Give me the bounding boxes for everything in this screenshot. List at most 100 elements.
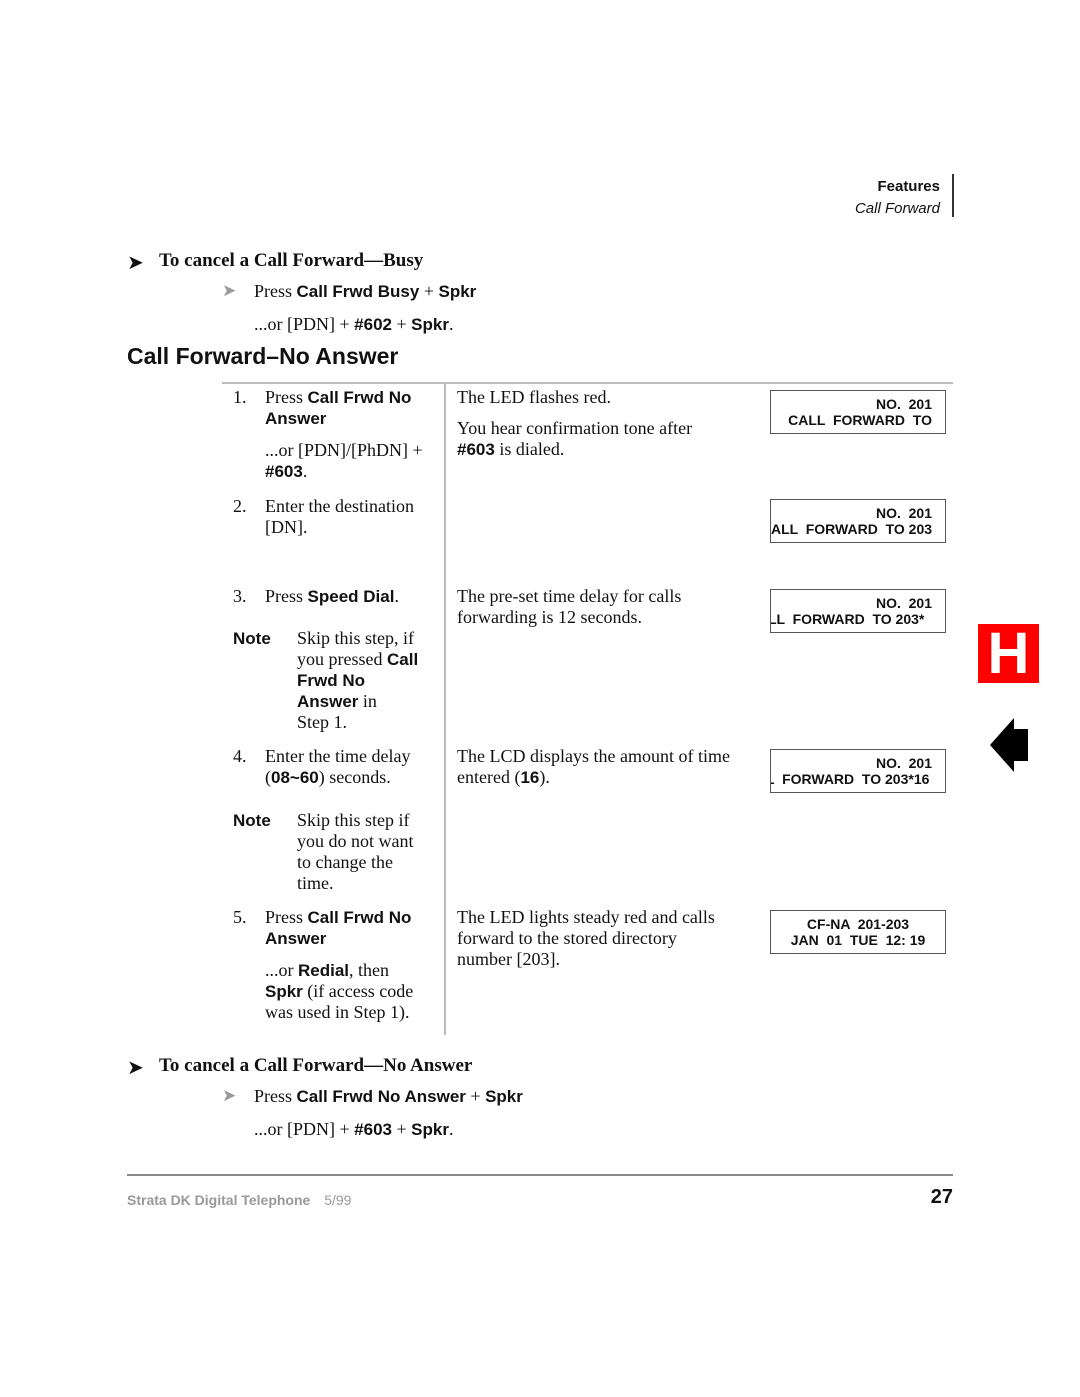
step-5-alternative: ...or Redial, then Spkr (if access code wa… bbox=[265, 960, 413, 1023]
text-line: [DN]. bbox=[265, 517, 414, 538]
footer-date: 5/99 bbox=[324, 1192, 352, 1208]
text-segment: Skip this step if bbox=[297, 810, 410, 830]
key-name: 08~60 bbox=[271, 768, 319, 787]
text-segment: (if access code bbox=[302, 981, 414, 1001]
lcd-display: NO. 201 CALL FORWARD TO bbox=[770, 390, 946, 434]
text-segment: ...or [PDN]/[PhDN] + bbox=[265, 440, 423, 460]
text-line: forwarding is 12 seconds. bbox=[457, 607, 681, 628]
text-segment: forward to the stored directory bbox=[457, 928, 677, 948]
text-segment: Step 1. bbox=[297, 712, 348, 732]
lcd-line-2: L FORWARD TO 203*16 bbox=[770, 771, 930, 787]
text-line: ...or [PDN]/[PhDN] + bbox=[265, 440, 423, 461]
cancel-no-answer-step: Press Call Frwd No Answer + Spkr bbox=[254, 1086, 523, 1107]
cancel-busy-step: Press Call Frwd Busy + Spkr bbox=[254, 281, 476, 302]
text-segment: . bbox=[302, 461, 308, 481]
text-segment: You hear confirmation tone after bbox=[457, 418, 693, 438]
text-segment: . bbox=[448, 1119, 454, 1139]
text-line: ...or Redial, then bbox=[265, 960, 413, 981]
step-number: 2. bbox=[233, 496, 247, 516]
heading-text: To cancel a Call Forward—Busy bbox=[159, 250, 424, 271]
cancel-no-answer-alt: ...or [PDN] + #603 + Spkr. bbox=[254, 1119, 453, 1140]
text-segment: ). bbox=[539, 767, 550, 787]
text-line: The LED flashes red. bbox=[457, 387, 611, 408]
key-name: Speed Dial bbox=[307, 587, 395, 606]
lcd-display: NO. 201 ALL FORWARD TO 203 bbox=[770, 499, 946, 543]
key-name: Spkr bbox=[438, 282, 477, 301]
text-segment: entered ( bbox=[457, 767, 521, 787]
lcd-line-1: NO. 201 bbox=[875, 505, 932, 521]
key-name: Call bbox=[386, 650, 419, 669]
lcd-line-2: ALL FORWARD TO 203 bbox=[771, 521, 933, 537]
text-line: Enter the destination bbox=[265, 496, 414, 517]
key-name: #603 bbox=[354, 1120, 392, 1139]
text-line: (08~60) seconds. bbox=[265, 767, 410, 788]
step-number: 4. bbox=[233, 746, 247, 766]
result-text: The LED lights steady red and calls forwa… bbox=[457, 907, 715, 970]
running-header: Features Call Forward bbox=[855, 176, 940, 220]
arrow-bullet-icon: ➤ bbox=[127, 252, 144, 274]
lcd-line-1: NO. 201 bbox=[875, 595, 932, 611]
left-arrow-icon[interactable] bbox=[990, 716, 1030, 774]
text-line: Spkr (if access code bbox=[265, 981, 413, 1002]
text-line: Step 1. bbox=[297, 712, 418, 733]
key-name: Call Frwd No bbox=[307, 908, 412, 927]
text-segment: ...or [PDN] + bbox=[254, 314, 355, 334]
sub-arrow-icon: ➤ bbox=[222, 281, 237, 300]
text-segment: ...or bbox=[265, 960, 298, 980]
text-segment: + bbox=[465, 1086, 486, 1106]
text-segment: The LED lights steady red and calls bbox=[457, 907, 715, 927]
result-text: The pre-set time delay for calls forwardi… bbox=[457, 586, 681, 628]
text-line: forward to the stored directory bbox=[457, 928, 715, 949]
text-line: Frwd No bbox=[297, 670, 418, 691]
text-line: You hear confirmation tone after bbox=[457, 418, 692, 439]
text-line: you do not want bbox=[297, 831, 414, 852]
heading-text: To cancel a Call Forward—No Answer bbox=[159, 1055, 473, 1076]
text-line: entered (16). bbox=[457, 767, 730, 788]
text-segment: [DN]. bbox=[265, 517, 308, 537]
header-rule bbox=[952, 174, 954, 217]
text-segment: Press bbox=[265, 387, 308, 407]
text-segment: Press bbox=[254, 281, 297, 301]
tab-letter: H bbox=[987, 621, 1030, 686]
text-segment: is dialed. bbox=[494, 439, 565, 459]
text-segment: Enter the destination bbox=[265, 496, 414, 516]
text-segment: . bbox=[448, 314, 454, 334]
text-line: #603 is dialed. bbox=[457, 439, 692, 460]
text-line: The pre-set time delay for calls bbox=[457, 586, 681, 607]
text-line: Press Call Frwd No bbox=[265, 387, 411, 408]
key-name: Answer bbox=[265, 409, 327, 428]
section-tab-h: H bbox=[978, 624, 1039, 683]
key-name: Spkr bbox=[265, 982, 303, 1001]
header-subsection: Call Forward bbox=[854, 200, 940, 217]
step-number: 1. bbox=[233, 387, 247, 407]
text-line: The LCD displays the amount of time bbox=[457, 746, 730, 767]
key-name: Spkr bbox=[485, 1087, 523, 1106]
lcd-display: NO. 201 L FORWARD TO 203*16 bbox=[770, 749, 946, 793]
text-segment: + bbox=[391, 314, 412, 334]
step-3-instruction: Press Speed Dial. bbox=[265, 586, 399, 607]
text-segment: you do not want bbox=[297, 831, 414, 851]
cancel-busy-alt: ...or [PDN] + #602 + Spkr. bbox=[254, 314, 453, 335]
text-line: to change the bbox=[297, 852, 414, 873]
step-5-instruction: Press Call Frwd No Answer bbox=[265, 907, 411, 949]
lcd-line-2: CALL FORWARD TO bbox=[788, 412, 932, 428]
text-line: Press Call Frwd No bbox=[265, 907, 411, 928]
cancel-no-answer-heading: ➤ To cancel a Call Forward—No Answer bbox=[127, 1055, 472, 1080]
text-segment: The LCD displays the amount of time bbox=[457, 746, 730, 766]
arrow-bullet-icon: ➤ bbox=[127, 1057, 144, 1079]
text-line: Skip this step if bbox=[297, 810, 414, 831]
lcd-line-2: LL FORWARD TO 203* bbox=[770, 611, 925, 627]
lcd-display: NO. 201 LL FORWARD TO 203* bbox=[770, 589, 946, 633]
note-text: Skip this step if you do not want to chang… bbox=[297, 810, 414, 894]
text-line: Press Speed Dial. bbox=[265, 586, 399, 607]
key-name: Call Frwd No bbox=[307, 388, 412, 407]
key-name: Call Frwd Busy bbox=[296, 282, 420, 301]
note-text: Skip this step, if you pressed Call Frwd N… bbox=[297, 628, 418, 733]
note-label: Note bbox=[233, 811, 271, 830]
lcd-line-2: JAN 01 TUE 12: 19 bbox=[790, 932, 926, 948]
text-line: time. bbox=[297, 873, 414, 894]
key-name: Spkr bbox=[411, 315, 449, 334]
text-segment: Press bbox=[254, 1086, 297, 1106]
key-name: Call Frwd No Answer bbox=[296, 1087, 466, 1106]
text-line: Answer bbox=[265, 408, 411, 429]
